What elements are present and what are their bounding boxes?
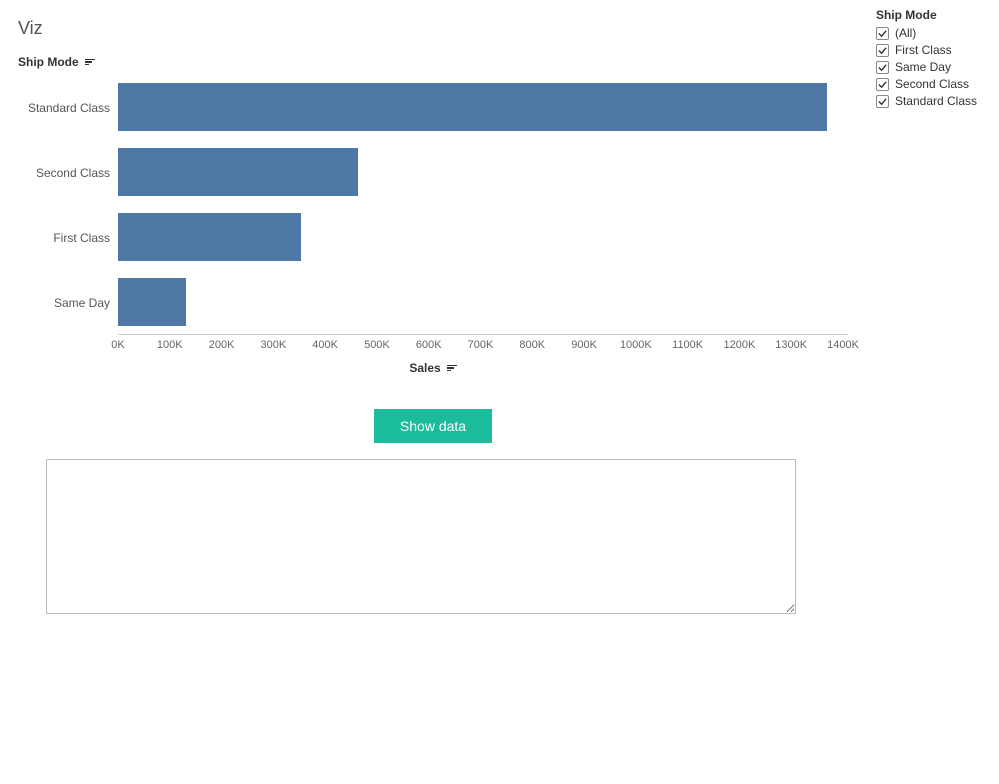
show-data-button[interactable]: Show data: [374, 409, 492, 443]
filter-item[interactable]: (All): [876, 26, 977, 40]
x-tick: 1400K: [827, 339, 859, 351]
filter-item[interactable]: First Class: [876, 43, 977, 57]
x-axis-label: Sales: [409, 361, 440, 375]
x-tick: 1300K: [775, 339, 807, 351]
filter-item[interactable]: Standard Class: [876, 94, 977, 108]
x-tick: 400K: [312, 339, 338, 351]
sort-desc-icon: [447, 365, 457, 372]
x-tick: 200K: [209, 339, 235, 351]
y-axis-label: Ship Mode: [18, 55, 79, 69]
bar[interactable]: [118, 213, 301, 261]
sort-desc-icon: [85, 59, 95, 66]
filter-item-label: Standard Class: [895, 94, 977, 108]
bar[interactable]: [118, 148, 358, 196]
bar-row: [118, 140, 848, 205]
x-axis-header: Sales: [18, 361, 848, 375]
x-ticks: 0K100K200K300K400K500K600K700K800K900K10…: [118, 335, 843, 355]
x-tick: 900K: [571, 339, 597, 351]
checkbox-icon[interactable]: [876, 61, 889, 74]
category-label: Second Class: [18, 140, 110, 205]
filter-item-label: Second Class: [895, 77, 969, 91]
x-tick: 0K: [111, 339, 124, 351]
viz-title: Viz: [18, 18, 999, 39]
x-tick: 300K: [260, 339, 286, 351]
filter-item-label: Same Day: [895, 60, 951, 74]
category-label: Same Day: [18, 270, 110, 335]
x-tick: 1200K: [724, 339, 756, 351]
bar-row: [118, 75, 848, 140]
filter-panel: Ship Mode (All) First Class Same Day Second…: [876, 8, 977, 111]
x-tick: 1100K: [672, 339, 703, 351]
plot-area: Standard ClassSecond ClassFirst ClassSam…: [18, 75, 848, 335]
checkbox-icon[interactable]: [876, 95, 889, 108]
x-tick: 600K: [416, 339, 442, 351]
filter-item[interactable]: Same Day: [876, 60, 977, 74]
output-textarea[interactable]: [46, 459, 796, 614]
category-label: Standard Class: [18, 75, 110, 140]
x-tick: 1000K: [620, 339, 652, 351]
button-row: Show data: [18, 409, 848, 443]
category-labels: Standard ClassSecond ClassFirst ClassSam…: [18, 75, 118, 335]
checkbox-icon[interactable]: [876, 27, 889, 40]
filter-item-label: First Class: [895, 43, 952, 57]
chart-area: Ship Mode Standard ClassSecond ClassFirs…: [18, 55, 848, 614]
filter-item-label: (All): [895, 26, 916, 40]
x-tick: 500K: [364, 339, 390, 351]
chart-wrap: Ship Mode Standard ClassSecond ClassFirs…: [18, 55, 999, 614]
checkbox-icon[interactable]: [876, 44, 889, 57]
bars-column: [118, 75, 848, 335]
bar[interactable]: [118, 278, 186, 326]
category-label: First Class: [18, 205, 110, 270]
x-tick: 100K: [157, 339, 183, 351]
bar-row: [118, 205, 848, 270]
x-tick: 700K: [468, 339, 494, 351]
dashboard: Viz Ship Mode Standard ClassSecond Class…: [0, 0, 999, 784]
y-axis-header: Ship Mode: [18, 55, 848, 69]
bar[interactable]: [118, 83, 827, 131]
filter-title: Ship Mode: [876, 8, 977, 22]
bar-row: [118, 269, 848, 334]
checkbox-icon[interactable]: [876, 78, 889, 91]
filter-item[interactable]: Second Class: [876, 77, 977, 91]
x-tick: 800K: [519, 339, 545, 351]
